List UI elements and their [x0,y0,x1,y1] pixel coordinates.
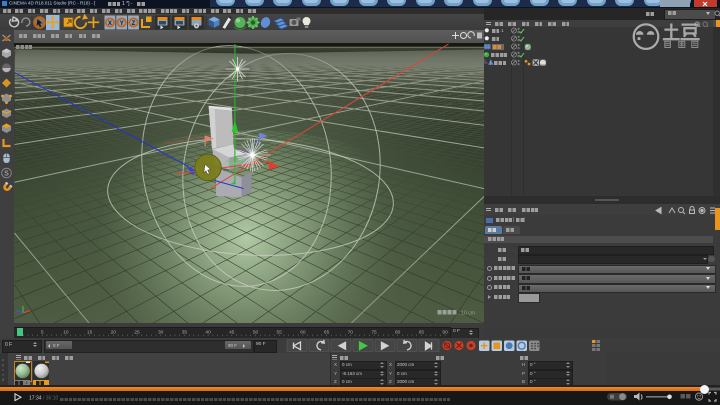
svg-text:17:34: 17:34 [29,395,42,401]
svg-text:/ 35:10: / 35:10 [43,395,59,401]
svg-text:Z: Z [132,21,136,27]
svg-text:: 10 cm: : 10 cm [458,311,474,317]
svg-text:S: S [4,171,9,178]
svg-text:Y: Y [120,21,124,27]
svg-text:X: X [108,21,112,27]
